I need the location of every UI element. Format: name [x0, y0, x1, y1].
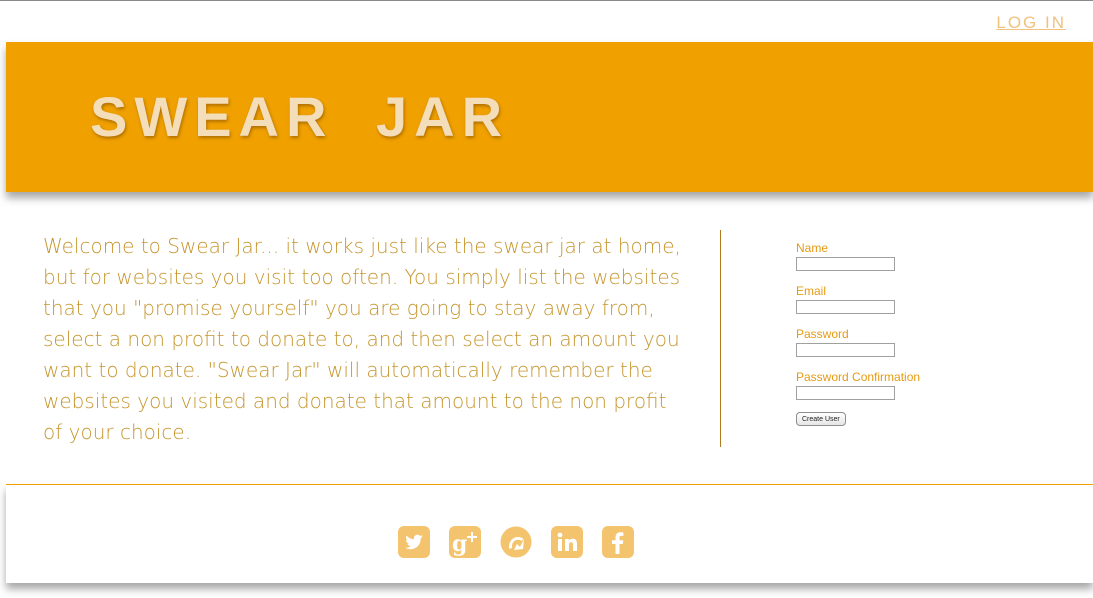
intro-text: Welcome to Swear Jar... it works just li… — [43, 234, 681, 444]
facebook-icon[interactable] — [602, 526, 634, 558]
name-field-group: Name — [796, 241, 996, 271]
vertical-divider — [720, 230, 721, 447]
signup-form: Name Email Password Password Confirmatio… — [796, 241, 996, 426]
twitter-icon[interactable] — [398, 526, 430, 558]
email-field-group: Email — [796, 284, 996, 314]
email-label: Email — [796, 284, 827, 298]
login-link[interactable]: LOG IN — [996, 13, 1066, 33]
password-label: Password — [796, 327, 849, 341]
google-plus-icon[interactable]: g — [449, 526, 481, 558]
email-input[interactable] — [796, 300, 895, 314]
name-input[interactable] — [796, 257, 895, 271]
footer: g — [6, 484, 1093, 583]
password-input[interactable] — [796, 343, 895, 357]
password-confirmation-label: Password Confirmation — [796, 370, 921, 384]
svg-text:g: g — [452, 531, 467, 557]
password-confirmation-input[interactable] — [796, 386, 895, 400]
banner: SWEAR JAR — [6, 42, 1093, 192]
social-links: g — [398, 526, 634, 558]
top-border — [0, 0, 1093, 1]
site-title: SWEAR JAR — [90, 85, 510, 148]
name-label: Name — [796, 241, 829, 255]
linkedin-icon[interactable] — [551, 526, 583, 558]
hootsuite-icon[interactable] — [500, 526, 532, 558]
create-user-button[interactable]: Create User — [796, 412, 846, 426]
password-field-group: Password — [796, 327, 996, 357]
password-confirmation-field-group: Password Confirmation — [796, 370, 996, 400]
